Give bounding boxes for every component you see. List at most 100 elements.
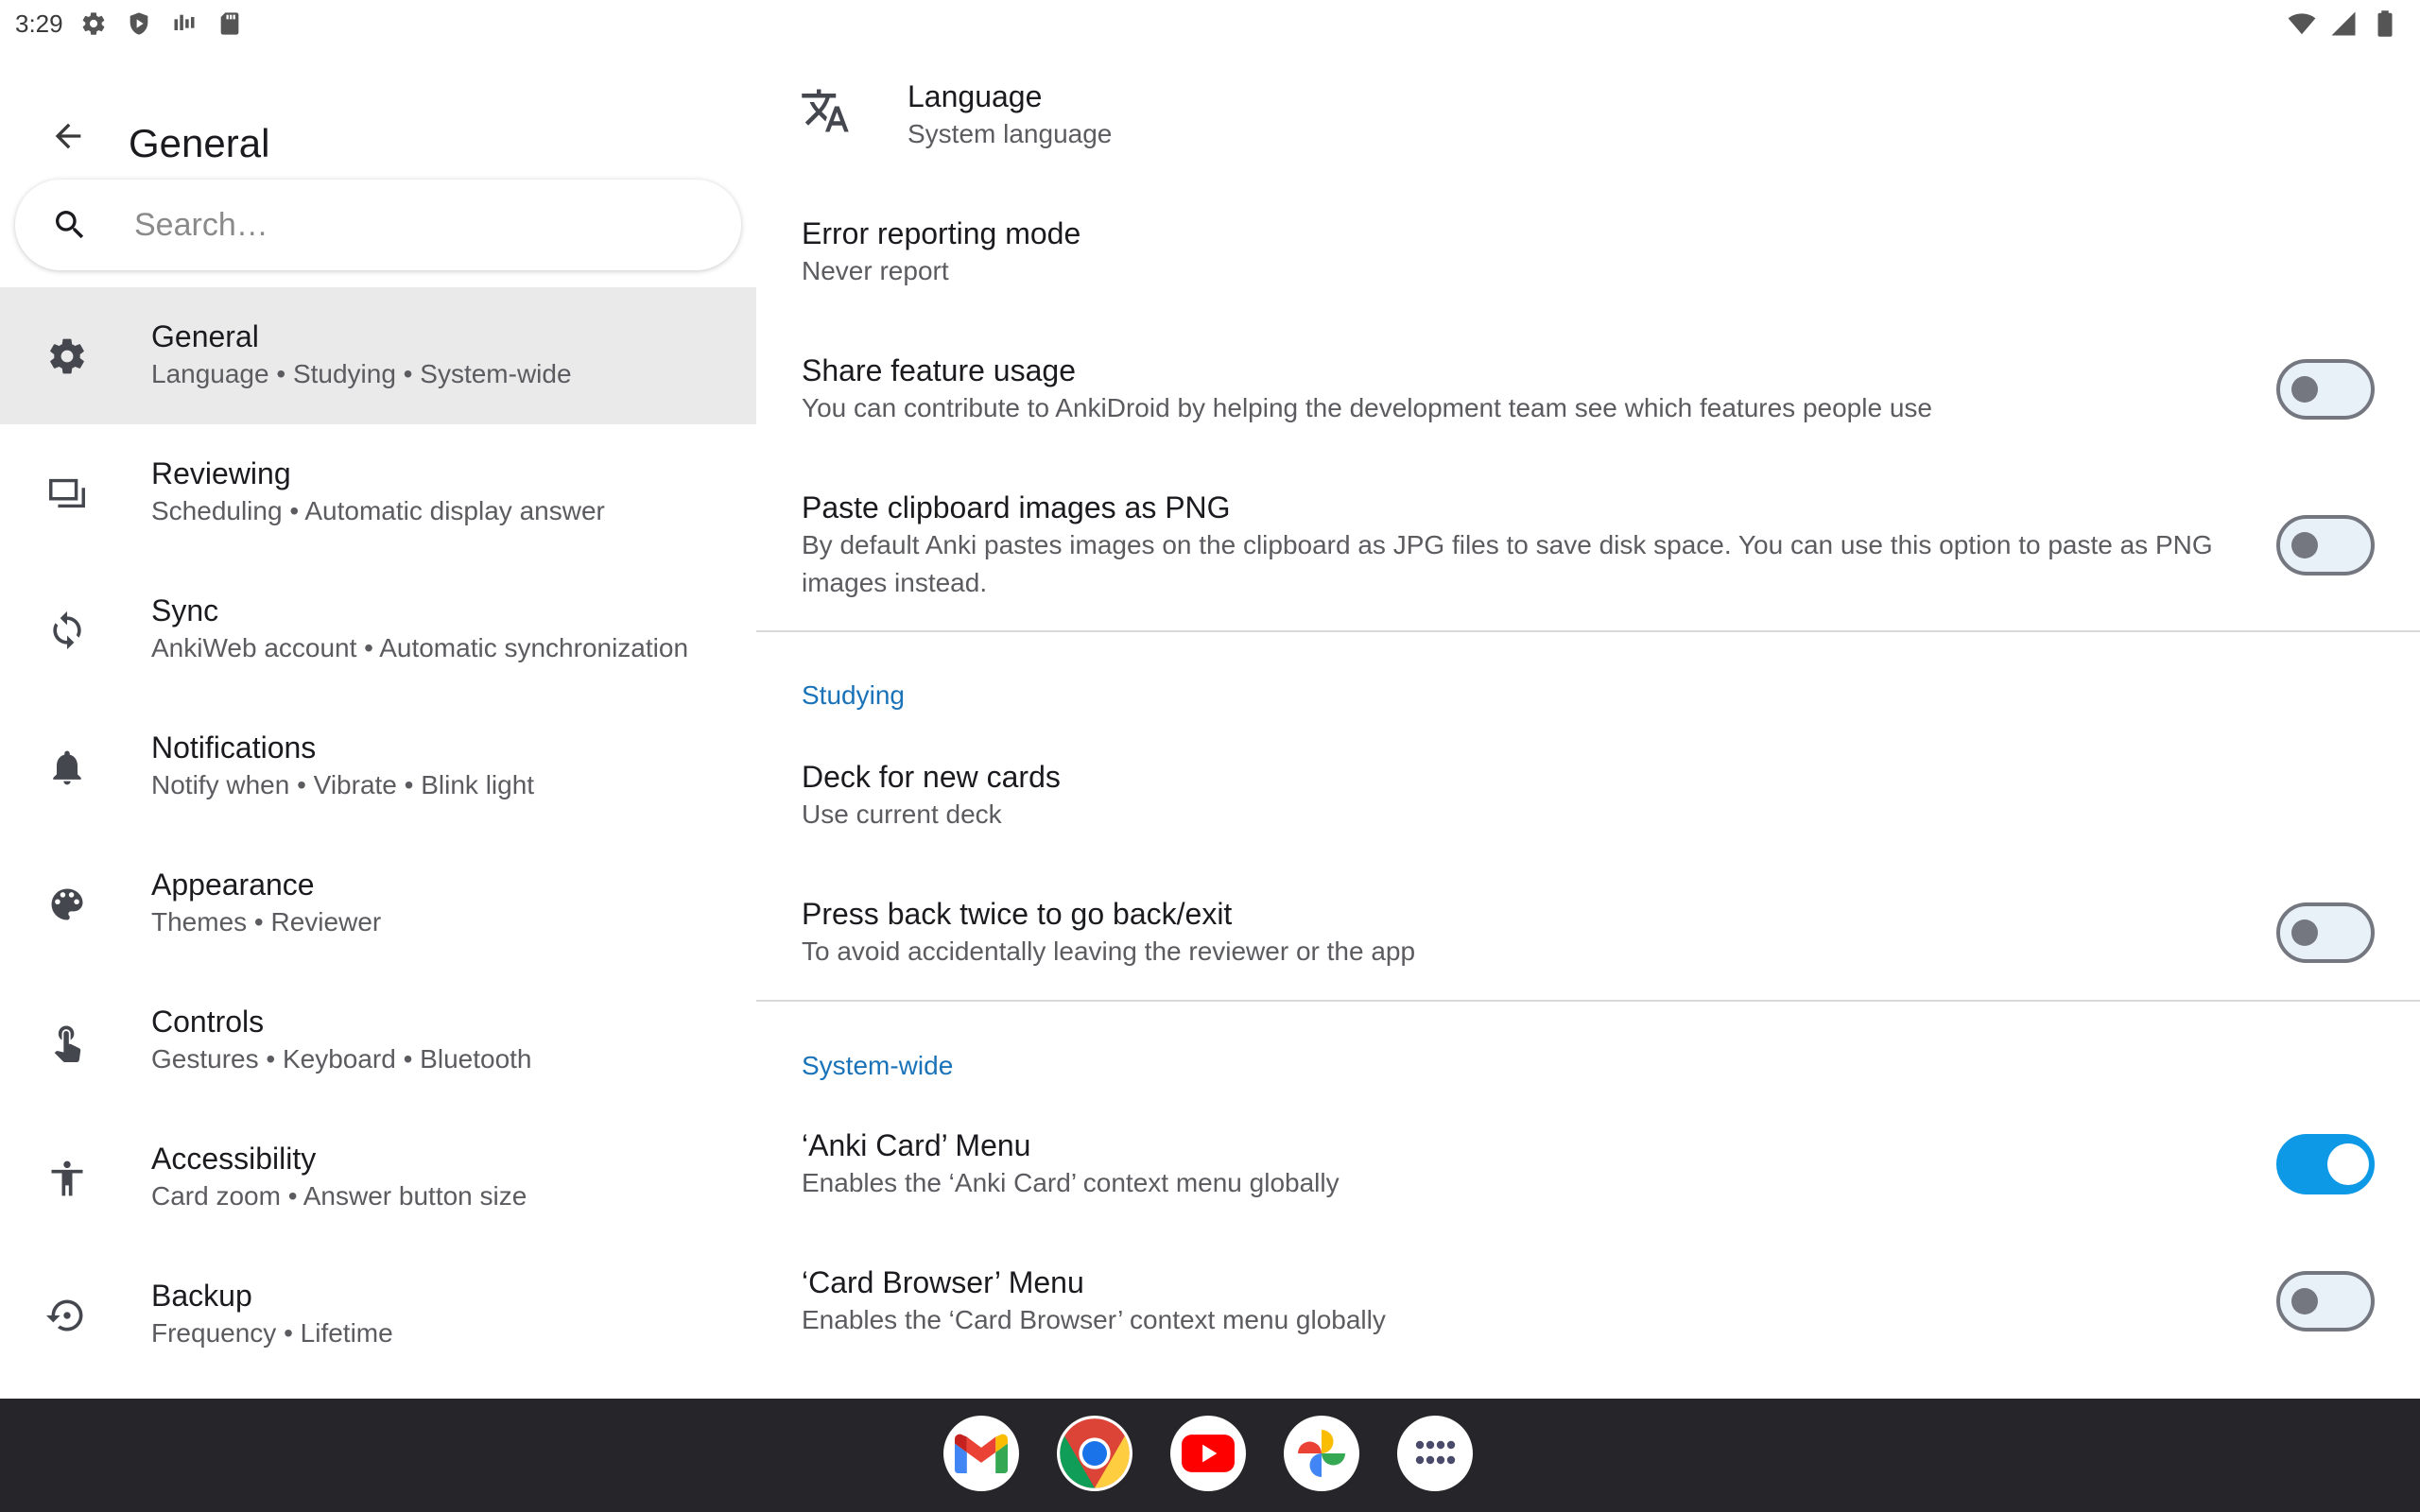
section-divider [756,630,2420,632]
touch-icon [43,1018,91,1065]
switch-knob [2291,532,2318,558]
search-input[interactable] [134,200,701,249]
category-title: Backup [151,1279,252,1313]
pref-title: ‘Card Browser’ Menu [802,1265,1084,1299]
pref-language[interactable]: Language System language [756,45,2420,178]
youtube-icon[interactable] [1170,1416,1246,1491]
pref-press-back[interactable]: Press back twice to go back/exit To avoi… [756,863,2420,995]
cell-signal-icon [2327,8,2360,40]
section-header-system-wide: System-wide [802,1051,954,1080]
top-app-bar: General [0,83,756,187]
pref-anki-card-menu[interactable]: ‘Anki Card’ Menu Enables the ‘Anki Card’… [756,1094,2420,1227]
backup-restore-icon [43,1292,91,1339]
pref-title: Error reporting mode [802,216,1081,250]
taskbar-apps [943,1416,1473,1491]
category-subtitle: Scheduling • Automatic display answer [151,496,605,525]
switch-knob [2291,1288,2318,1314]
category-title: General [151,319,259,353]
category-subtitle: Card zoom • Answer button size [151,1181,527,1211]
paste-png-switch[interactable] [2276,515,2375,576]
share-usage-switch[interactable] [2276,359,2375,420]
gear-icon [43,333,91,380]
chrome-icon[interactable] [1057,1416,1132,1491]
pref-summary: Use current deck [802,799,1002,829]
category-appearance[interactable]: Appearance Themes • Reviewer [0,835,756,972]
back-button[interactable] [38,106,98,166]
category-title: Sync [151,593,219,627]
pref-deck-new-cards[interactable]: Deck for new cards Use current deck [756,726,2420,858]
pref-title: Language [908,79,1043,113]
category-notifications[interactable]: Notifications Notify when • Vibrate • Bl… [0,698,756,835]
pref-summary: Never report [802,256,949,285]
section-divider [756,1000,2420,1002]
palette-icon [43,881,91,928]
pref-summary: System language [908,119,1113,148]
status-icons-left [78,8,246,40]
search-bar[interactable] [15,180,741,270]
pref-summary: You can contribute to AnkiDroid by helpi… [802,393,1932,422]
pref-error-reporting[interactable]: Error reporting mode Never report [756,182,2420,315]
category-subtitle: Frequency • Lifetime [151,1318,393,1348]
category-controls[interactable]: Controls Gestures • Keyboard • Bluetooth [0,972,756,1109]
status-icons-right [2286,8,2401,40]
signal-bars-icon [168,8,200,40]
status-time: 3:29 [15,9,63,38]
category-general[interactable]: General Language • Studying • System-wid… [0,287,756,424]
category-accessibility[interactable]: Accessibility Card zoom • Answer button … [0,1109,756,1246]
accessibility-icon [43,1155,91,1202]
battery-icon [2369,8,2401,40]
taskbar [0,1399,2420,1512]
anki-card-menu-switch[interactable] [2276,1134,2375,1194]
pref-summary: To avoid accidentally leaving the review… [802,936,1416,966]
category-subtitle: Language • Studying • System-wide [151,359,572,388]
pref-paste-png[interactable]: Paste clipboard images as PNG By default… [756,456,2420,627]
switch-knob [2291,919,2318,946]
pref-summary: Enables the ‘Anki Card’ context menu glo… [802,1168,1340,1197]
category-title: Appearance [151,868,315,902]
pref-title: Paste clipboard images as PNG [802,490,1231,524]
app-drawer-icon[interactable] [1397,1416,1473,1491]
pref-title: Deck for new cards [802,760,1061,794]
category-title: Notifications [151,730,317,765]
sync-icon [43,607,91,654]
arrow-back-icon [55,123,81,149]
category-subtitle: Notify when • Vibrate • Blink light [151,770,535,799]
preferences-pane: Language System language Error reporting… [756,45,2420,1399]
category-title: Controls [151,1005,265,1039]
category-backup[interactable]: Backup Frequency • Lifetime [0,1246,756,1383]
pref-share-usage[interactable]: Share feature usage You can contribute t… [756,319,2420,452]
press-back-switch[interactable] [2276,902,2375,963]
category-subtitle: AnkiWeb account • Automatic synchronizat… [151,633,689,662]
card-browser-menu-switch[interactable] [2276,1271,2375,1332]
bell-icon [43,744,91,791]
sd-card-icon [214,8,246,40]
shield-play-icon [123,8,155,40]
category-sync[interactable]: Sync AnkiWeb account • Automatic synchro… [0,561,756,698]
cards-icon [43,470,91,517]
section-header-studying: Studying [802,680,905,710]
gear-icon [78,8,110,40]
category-reviewing[interactable]: Reviewing Scheduling • Automatic display… [0,424,756,561]
photos-icon[interactable] [1284,1416,1359,1491]
category-subtitle: Gestures • Keyboard • Bluetooth [151,1044,532,1074]
pref-title: ‘Anki Card’ Menu [802,1128,1031,1162]
search-icon [49,204,91,246]
category-title: Reviewing [151,456,291,490]
categories-pane: General General Language • Studying • Sy… [0,45,756,1399]
pref-title: Share feature usage [802,353,1076,387]
wifi-icon [2286,8,2318,40]
pref-summary: Enables the ‘Card Browser’ context menu … [802,1305,1386,1334]
pref-summary: By default Anki pastes images on the cli… [802,530,2213,597]
category-title: Accessibility [151,1142,317,1176]
switch-knob [2291,376,2318,403]
pref-card-browser-menu[interactable]: ‘Card Browser’ Menu Enables the ‘Card Br… [756,1231,2420,1364]
settings-screen: 3:29 General Search… General Language • … [0,0,2420,1512]
pref-title: Press back twice to go back/exit [802,897,1233,931]
translate-icon [800,85,851,136]
gmail-icon[interactable] [943,1416,1019,1491]
switch-knob [2327,1143,2369,1185]
category-subtitle: Themes • Reviewer [151,907,382,936]
category-list: General Language • Studying • System-wid… [0,287,756,1383]
page-title: General [129,121,270,165]
status-bar: 3:29 [0,0,2420,45]
